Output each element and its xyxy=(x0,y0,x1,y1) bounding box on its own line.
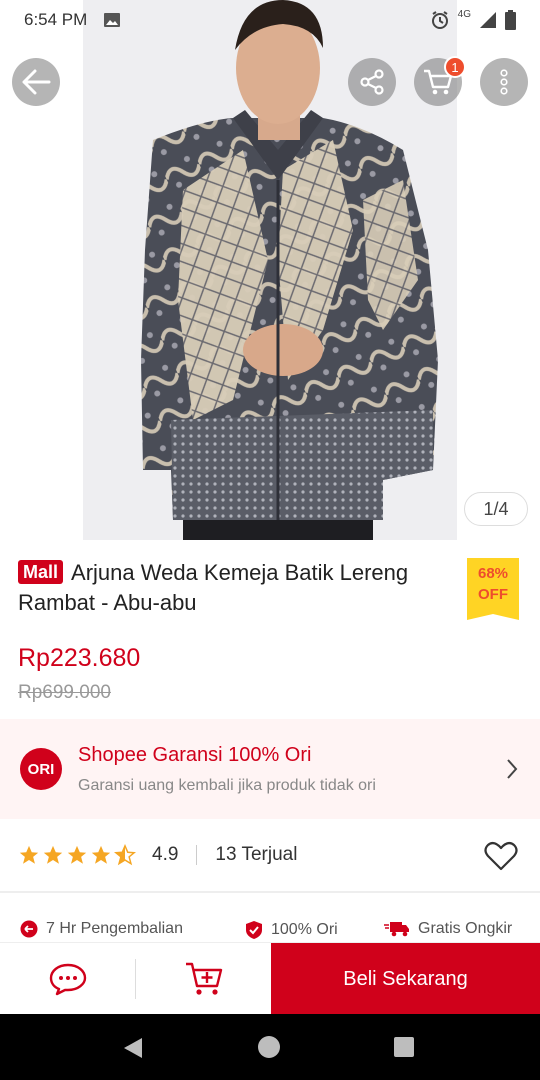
status-bar: 6:54 PM 4G xyxy=(0,0,540,40)
product-title: Mall Arjuna Weda Kemeja Batik Lereng Ramb… xyxy=(18,558,448,618)
nav-back-icon[interactable] xyxy=(122,1036,144,1060)
truck-icon xyxy=(384,922,409,937)
share-button[interactable] xyxy=(348,58,396,106)
rating-divider xyxy=(196,845,198,865)
service-free-shipping: Gratis Ongkir xyxy=(384,920,512,938)
image-counter: 1/4 xyxy=(464,492,528,526)
shield-check-icon xyxy=(246,921,262,939)
heart-icon[interactable] xyxy=(484,841,518,871)
star-full-icon xyxy=(67,845,87,864)
more-vertical-icon xyxy=(500,69,508,95)
chevron-right-icon xyxy=(507,759,518,779)
battery-icon xyxy=(505,10,516,30)
discount-percent: 68% xyxy=(477,565,509,582)
add-to-cart-button[interactable] xyxy=(136,943,271,1015)
star-full-icon xyxy=(19,845,39,864)
product-photo[interactable] xyxy=(83,0,457,540)
cart-button[interactable]: 1 xyxy=(414,56,466,106)
add-to-cart-icon xyxy=(185,962,222,995)
back-button[interactable] xyxy=(12,58,60,106)
rating-row[interactable]: 4.9 13 Terjual xyxy=(0,819,540,893)
batik-shirt-model-image xyxy=(83,0,457,540)
shopee-guarantee-banner[interactable]: ORI Shopee Garansi 100% Ori Garansi uang… xyxy=(0,719,540,819)
nav-recent-apps-icon[interactable] xyxy=(394,1037,414,1057)
mall-badge: Mall xyxy=(18,560,64,584)
product-image-gallery[interactable]: 6:54 PM 4G 1 1/4 xyxy=(0,0,540,540)
ori-badge-text: ORI xyxy=(27,760,55,778)
bottom-action-bar: Beli Sekarang xyxy=(0,942,540,1015)
current-price: Rp223.680 xyxy=(18,644,141,672)
product-title-text: Arjuna Weda Kemeja Batik Lereng Rambat -… xyxy=(18,560,409,615)
original-price: Rp699.000 xyxy=(18,682,111,703)
service-original: 100% Ori xyxy=(245,920,338,940)
star-full-icon xyxy=(91,845,111,864)
discount-tag: 68% OFF xyxy=(467,558,519,620)
star-rating xyxy=(18,844,136,866)
network-type: 4G xyxy=(457,8,471,20)
return-icon xyxy=(20,920,38,938)
star-full-icon xyxy=(43,845,63,864)
chat-icon xyxy=(49,963,86,996)
rating-value: 4.9 xyxy=(152,844,179,865)
star-half-icon xyxy=(114,844,136,866)
more-options-button[interactable] xyxy=(480,58,528,106)
ori-badge-icon: ORI xyxy=(20,748,62,790)
arrow-left-icon xyxy=(22,69,51,95)
chat-seller-button[interactable] xyxy=(0,943,135,1015)
service-original-label: 100% Ori xyxy=(271,921,338,938)
cart-count-badge: 1 xyxy=(444,56,466,78)
guarantee-title: Shopee Garansi 100% Ori xyxy=(78,743,312,766)
service-return: 7 Hr Pengembalian xyxy=(20,920,183,938)
signal-icon xyxy=(480,12,496,28)
alarm-icon xyxy=(431,11,448,29)
nav-home-icon[interactable] xyxy=(258,1036,280,1058)
android-navigation-bar xyxy=(0,1014,540,1080)
discount-off-label: OFF xyxy=(478,586,508,603)
buy-now-button[interactable]: Beli Sekarang xyxy=(271,943,540,1015)
status-time: 6:54 PM xyxy=(24,10,88,29)
service-free-shipping-label: Gratis Ongkir xyxy=(418,920,513,937)
service-return-label: 7 Hr Pengembalian xyxy=(46,920,183,937)
share-icon xyxy=(360,69,384,95)
image-notification-icon xyxy=(104,13,121,27)
sold-count: 13 Terjual xyxy=(215,844,298,865)
guarantee-subtitle: Garansi uang kembali jika produk tidak o… xyxy=(78,776,376,794)
